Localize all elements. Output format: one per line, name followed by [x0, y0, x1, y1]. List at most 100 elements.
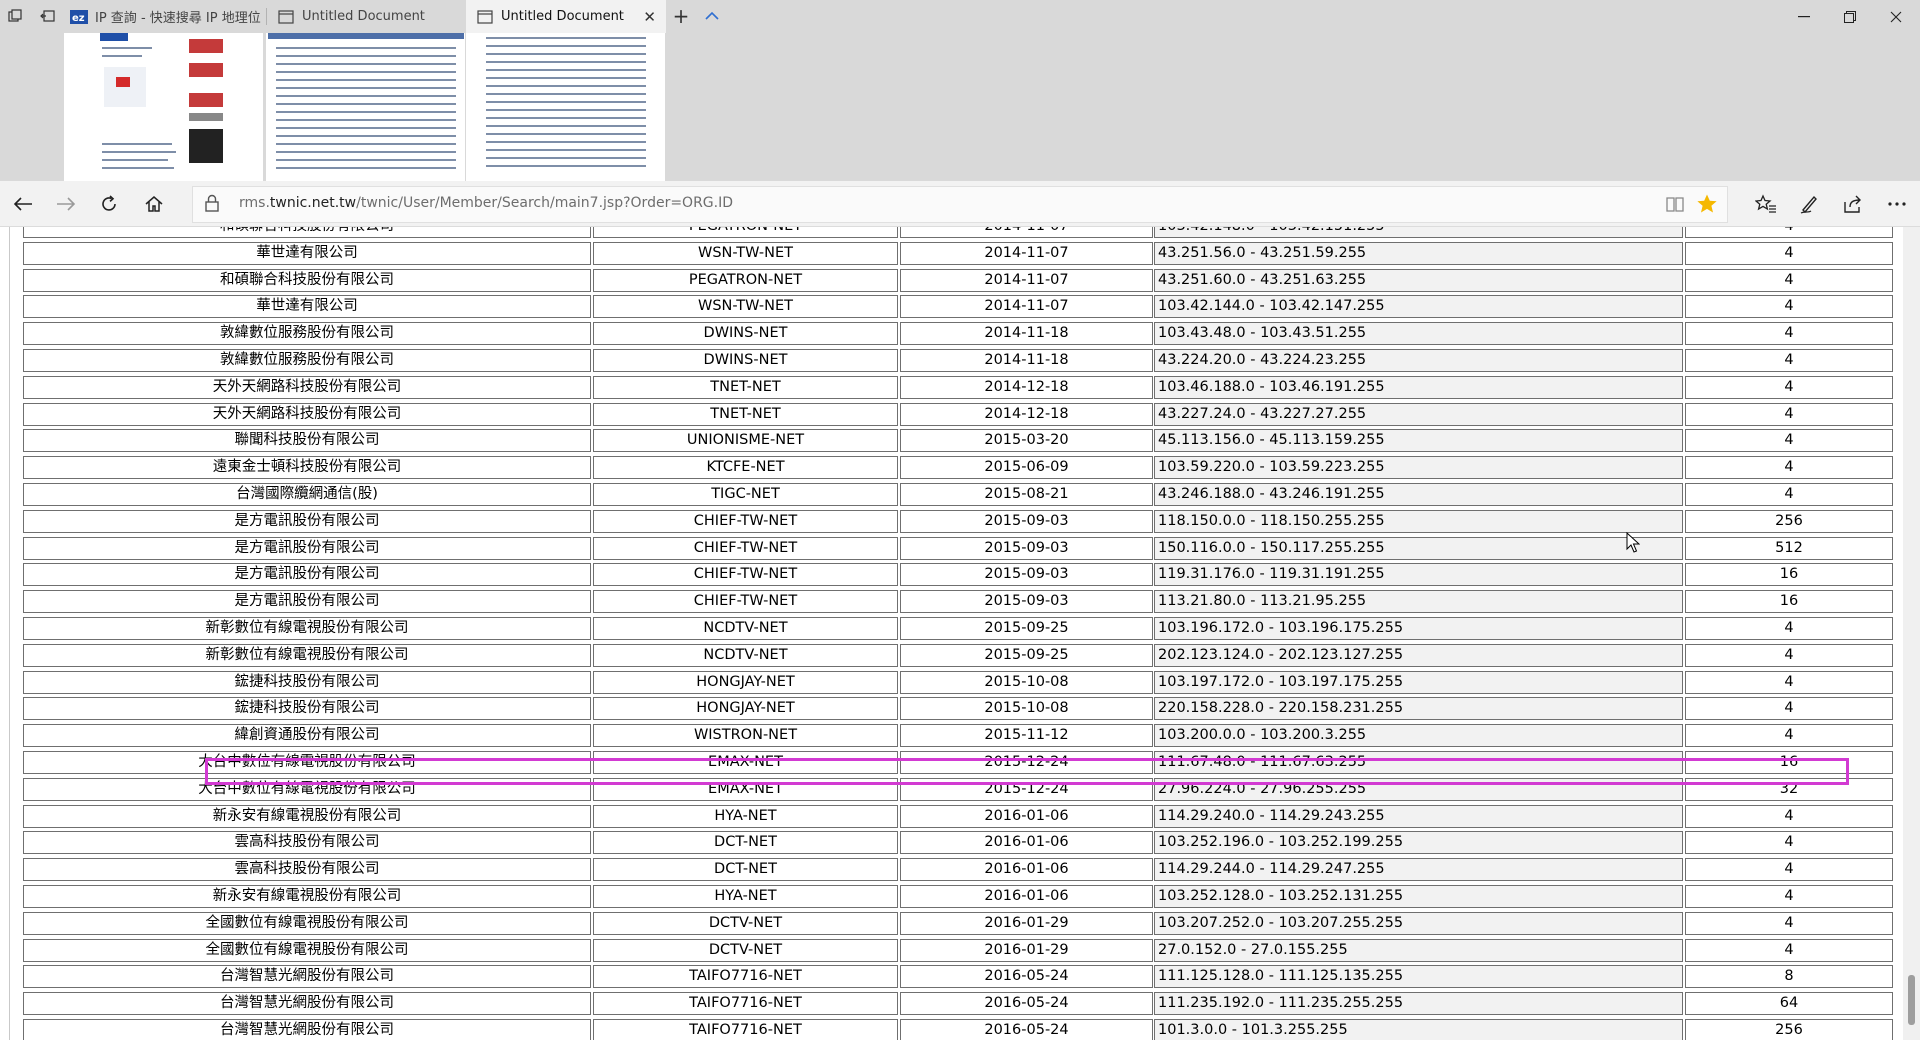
forward-icon[interactable] [49, 187, 83, 221]
count-cell: 4 [1685, 643, 1893, 667]
reading-view-icon[interactable] [1665, 195, 1685, 217]
table-row: 敦緯數位服務股份有限公司 DWINS-NET 2014-11-18 103.43.48… [0, 320, 1903, 347]
date-cell: 2016-01-06 [900, 831, 1153, 855]
ip-range-cell: 111.235.192.0 - 111.235.255.255 [1154, 992, 1683, 1016]
tab-preview-untitled-document-2[interactable] [466, 33, 665, 184]
home-icon[interactable] [137, 187, 171, 221]
favorites-hub-icon[interactable] [1749, 187, 1783, 221]
network-name-cell: PEGATRON-NET [593, 227, 898, 238]
network-name-cell: CHIEF-TW-NET [593, 536, 898, 560]
restore-icon[interactable] [1827, 0, 1873, 33]
table-row-partial: 和碩聯合科技股份有限公司PEGATRON-NET2014-11-07103.42… [0, 227, 1903, 240]
lock-icon[interactable] [205, 194, 219, 216]
org-name-cell: 和碩聯合科技股份有限公司 [23, 227, 591, 238]
org-name-cell: 台灣國際纜網通信(股) [23, 483, 591, 506]
ip-range-cell: 111.67.48.0 - 111.67.63.255 [1154, 751, 1683, 774]
close-window-icon[interactable] [1873, 0, 1919, 33]
org-name-cell: 雲高科技股份有限公司 [23, 831, 591, 855]
ip-range-cell: 103.42.144.0 - 103.42.147.255 [1154, 295, 1683, 319]
network-name-cell: DWINS-NET [593, 349, 898, 372]
table-row: 天外天網路科技股份有限公司 TNET-NET 2014-12-18 103.46.18… [0, 374, 1903, 401]
set-tabs-aside-icon[interactable] [37, 5, 59, 27]
table-row: 是方電訊股份有限公司 CHIEF-TW-NET 2015-09-03 113.21.8… [0, 588, 1903, 615]
org-name-cell: 敦緯數位服務股份有限公司 [23, 349, 591, 372]
network-name-cell: HONGJAY-NET [593, 697, 898, 721]
network-name-cell: HONGJAY-NET [593, 670, 898, 694]
ip-range-cell: 27.96.224.0 - 27.96.255.255 [1154, 777, 1683, 801]
ip-range-cell: 119.31.176.0 - 119.31.191.255 [1154, 563, 1683, 587]
ip-range-cell: 43.227.24.0 - 43.227.27.255 [1154, 402, 1683, 426]
vertical-scrollbar[interactable] [1903, 227, 1920, 1040]
count-cell: 4 [1685, 697, 1893, 721]
ip-range-cell: 103.200.0.0 - 103.200.3.255 [1154, 724, 1683, 748]
org-name-cell: 敦緯數位服務股份有限公司 [23, 322, 591, 346]
count-cell: 4 [1685, 670, 1893, 694]
refresh-icon[interactable] [92, 187, 126, 221]
web-note-pen-icon[interactable] [1792, 187, 1826, 221]
ip-range-cell: 202.123.124.0 - 202.123.127.255 [1154, 643, 1683, 667]
url-text[interactable]: rms.twnic.net.tw/twnic/User/Member/Searc… [239, 195, 733, 211]
date-cell: 2016-01-29 [900, 911, 1153, 935]
date-cell: 2014-11-07 [900, 241, 1153, 265]
date-cell: 2015-09-03 [900, 536, 1153, 560]
tab-preview-ip-lookup[interactable] [64, 33, 263, 184]
minimize-icon[interactable] [1781, 0, 1827, 33]
table-row: 和碩聯合科技股份有限公司 PEGATRON-NET 2014-11-07 43.251… [0, 267, 1903, 294]
ip-range-cell: 27.0.152.0 - 27.0.155.255 [1154, 938, 1683, 962]
table-row: 新永安有線電視股份有限公司 HYA-NET 2016-01-06 114.29.240… [0, 803, 1903, 830]
table-row: 敦緯數位服務股份有限公司 DWINS-NET 2014-11-18 43.224.20… [0, 347, 1903, 374]
network-name-cell: HYA-NET [593, 885, 898, 908]
ip-range-cell: 103.252.128.0 - 103.252.131.255 [1154, 885, 1683, 908]
count-cell: 4 [1685, 831, 1893, 855]
network-name-cell: TNET-NET [593, 375, 898, 399]
share-icon[interactable] [1836, 187, 1870, 221]
org-name-cell: 大台中數位有線電視股份有限公司 [23, 777, 591, 801]
date-cell: 2016-01-06 [900, 858, 1153, 882]
tab-ip-lookup[interactable]: ez IP 查詢 - 快速搜尋 IP 地理位 [60, 0, 265, 33]
ip-range-cell: 103.59.220.0 - 103.59.223.255 [1154, 456, 1683, 480]
ip-range-cell: 103.43.48.0 - 103.43.51.255 [1154, 322, 1683, 346]
tab-untitled-document-2[interactable]: Untitled Document ✕ [466, 0, 666, 33]
count-cell: 16 [1685, 751, 1893, 774]
network-name-cell: WSN-TW-NET [593, 241, 898, 265]
date-cell: 2015-10-08 [900, 697, 1153, 721]
date-cell: 2015-12-24 [900, 777, 1153, 801]
tab-preview-toggle-icon[interactable] [701, 5, 723, 27]
tab-preview-untitled-document-1[interactable] [266, 33, 465, 184]
ip-range-cell: 114.29.244.0 - 114.29.247.255 [1154, 858, 1683, 882]
count-cell: 4 [1685, 456, 1893, 480]
org-name-cell: 新彰數位有線電視股份有限公司 [23, 643, 591, 667]
date-cell: 2015-09-25 [900, 643, 1153, 667]
count-cell: 256 [1685, 509, 1893, 533]
back-icon[interactable] [6, 187, 40, 221]
new-tab-button[interactable]: + [670, 4, 692, 28]
count-cell: 4 [1685, 858, 1893, 882]
ip-range-cell: 43.246.188.0 - 43.246.191.255 [1154, 483, 1683, 506]
org-name-cell: 全國數位有線電視股份有限公司 [23, 911, 591, 935]
table-row: 台灣國際纜網通信(股) TIGC-NET 2015-08-21 43.246.188.… [0, 481, 1903, 508]
table-row: 新彰數位有線電視股份有限公司 NCDTV-NET 2015-09-25 202.123… [0, 642, 1903, 669]
count-cell: 512 [1685, 536, 1893, 560]
network-name-cell: TAIFO7716-NET [593, 992, 898, 1016]
date-cell: 2016-05-24 [900, 992, 1153, 1016]
count-cell: 4 [1685, 911, 1893, 935]
date-cell: 2015-09-25 [900, 617, 1153, 640]
mouse-cursor-icon [1626, 532, 1640, 553]
date-cell: 2014-12-18 [900, 375, 1153, 399]
ip-range-cell: 111.125.128.0 - 111.125.135.255 [1154, 965, 1683, 989]
table-row: 遠東金士頓科技股份有限公司 KTCFE-NET 2015-06-09 103.59.2… [0, 454, 1903, 481]
scrollbar-thumb[interactable] [1908, 975, 1915, 1025]
table-row: 大台中數位有線電視股份有限公司 EMAX-NET 2015-12-24 111.67.… [0, 749, 1903, 776]
favorite-star-icon[interactable] [1696, 193, 1718, 219]
org-name-cell: 新彰數位有線電視股份有限公司 [23, 617, 591, 640]
document-icon [277, 9, 295, 25]
table-row: 台灣智慧光網股份有限公司 TAIFO7716-NET 2016-05-24 101.3… [0, 1017, 1903, 1040]
network-name-cell: EMAX-NET [593, 751, 898, 774]
tab-untitled-document-1[interactable]: Untitled Document [267, 0, 467, 33]
table-row: 大台中數位有線電視股份有限公司 EMAX-NET 2015-12-24 27.96.2… [0, 776, 1903, 803]
address-bar[interactable]: rms.twnic.net.tw/twnic/User/Member/Searc… [192, 186, 1728, 223]
org-name-cell: 雲高科技股份有限公司 [23, 858, 591, 882]
more-options-icon[interactable] [1880, 187, 1914, 221]
tab-actions-icon[interactable] [4, 5, 26, 27]
close-tab-icon[interactable]: ✕ [643, 8, 656, 26]
